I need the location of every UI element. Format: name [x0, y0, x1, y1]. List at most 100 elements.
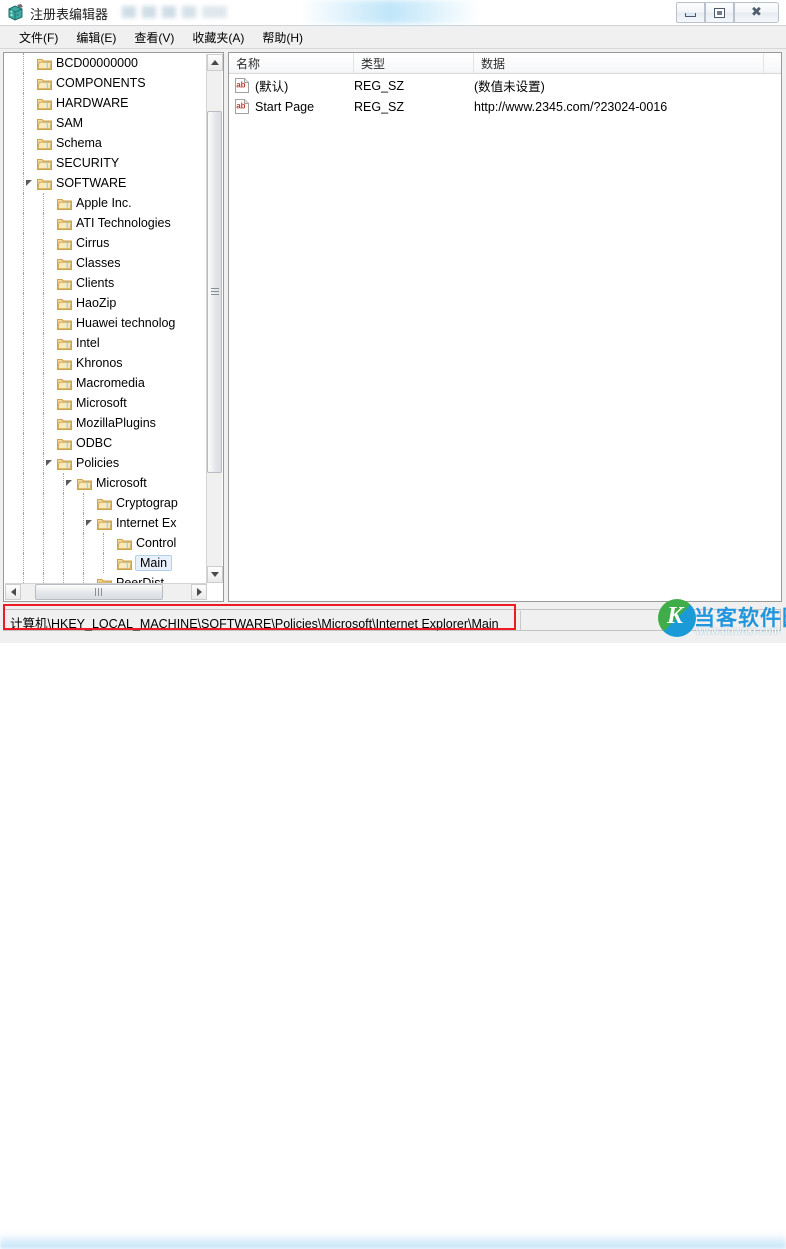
registry-tree[interactable]: BCD00000000 COMPONENTS HARDWARE SAM Schema SE… — [4, 53, 207, 583]
tree-node-ati-technologies[interactable]: ATI Technologies — [4, 213, 207, 233]
folder-icon — [57, 277, 72, 290]
tree-expand-arrow-icon[interactable] — [44, 273, 57, 293]
tree-node-peerdist[interactable]: PeerDist — [4, 573, 207, 583]
tree-expand-arrow-icon[interactable] — [84, 493, 97, 513]
tree-expand-arrow-icon[interactable] — [44, 433, 57, 453]
tree-node-sam[interactable]: SAM — [4, 113, 207, 133]
tree-collapse-arrow-icon[interactable] — [44, 453, 57, 473]
tree-node-components[interactable]: COMPONENTS — [4, 73, 207, 93]
tree-expand-arrow-icon[interactable] — [44, 253, 57, 273]
tree-no-arrow — [84, 573, 97, 583]
tree-node-intel[interactable]: Intel — [4, 333, 207, 353]
tree-expand-arrow-icon[interactable] — [44, 313, 57, 333]
minimize-button[interactable] — [676, 2, 705, 23]
chevron-right-icon — [196, 588, 202, 596]
content-area: BCD00000000 COMPONENTS HARDWARE SAM Schema SE… — [0, 50, 786, 606]
folder-icon — [57, 317, 72, 330]
tree-node-security[interactable]: SECURITY — [4, 153, 207, 173]
tree-horizontal-scroll-thumb[interactable] — [35, 584, 163, 600]
tree-node-label: Khronos — [76, 356, 123, 370]
tree-node-macromedia[interactable]: Macromedia — [4, 373, 207, 393]
tree-node-classes[interactable]: Classes — [4, 253, 207, 273]
tree-no-arrow — [44, 293, 57, 313]
menu-item-file[interactable]: 文件(F) — [10, 27, 67, 48]
menu-item-favorites[interactable]: 收藏夹(A) — [183, 27, 253, 48]
value-type: REG_SZ — [354, 78, 405, 93]
maximize-button[interactable] — [705, 2, 734, 23]
tree-node-control[interactable]: Control — [4, 533, 207, 553]
menu-item-view[interactable]: 查看(V) — [125, 27, 183, 48]
tree-node-label: Huawei technolog — [76, 316, 176, 330]
tree-scroll-up-button[interactable] — [207, 54, 223, 71]
tree-guide-line — [43, 513, 45, 533]
tree-node-microsoft[interactable]: Microsoft — [4, 393, 207, 413]
tree-node-microsoft[interactable]: Microsoft — [4, 473, 207, 493]
tree-vertical-scrollbar[interactable] — [206, 54, 223, 583]
column-header-name[interactable]: 名称 — [229, 53, 354, 73]
tree-node-label: Main — [135, 555, 173, 571]
close-button[interactable]: ✖ — [734, 2, 779, 23]
tree-expand-arrow-icon[interactable] — [44, 233, 57, 253]
tree-node-bcd00000000[interactable]: BCD00000000 — [4, 53, 207, 73]
column-header-type[interactable]: 类型 — [354, 53, 474, 73]
tree-node-internet-ex[interactable]: Internet Ex — [4, 513, 207, 533]
site-watermark: K 当客软件园 www.downkr.com — [658, 597, 786, 641]
tree-node-software[interactable]: SOFTWARE — [4, 173, 207, 193]
tree-collapse-arrow-icon[interactable] — [84, 513, 97, 533]
tree-node-huawei-technolog[interactable]: Huawei technolog — [4, 313, 207, 333]
tree-expand-arrow-icon[interactable] — [24, 113, 37, 133]
value-row[interactable]: ab Start Page REG_SZ http://www.2345.com/?2… — [229, 96, 781, 117]
tree-node-label: BCD00000000 — [56, 56, 139, 70]
tree-collapse-arrow-icon[interactable] — [64, 473, 77, 493]
folder-icon — [57, 437, 72, 450]
tree-node-apple-inc[interactable]: Apple Inc. — [4, 193, 207, 213]
registry-tree-panel[interactable]: BCD00000000 COMPONENTS HARDWARE SAM Schema SE… — [3, 52, 224, 602]
tree-node-mozillaplugins[interactable]: MozillaPlugins — [4, 413, 207, 433]
tree-scroll-down-button[interactable] — [207, 566, 223, 583]
tree-expand-arrow-icon[interactable] — [24, 73, 37, 93]
tree-collapse-arrow-icon[interactable] — [24, 173, 37, 193]
tree-guide-line — [23, 293, 25, 313]
menu-item-help[interactable]: 帮助(H) — [253, 27, 312, 48]
tree-expand-arrow-icon[interactable] — [44, 193, 57, 213]
tree-node-main[interactable]: Main — [4, 553, 207, 573]
scroll-grip-icon — [211, 288, 219, 297]
tree-node-policies[interactable]: Policies — [4, 453, 207, 473]
tree-guide-line — [43, 573, 45, 583]
tree-expand-arrow-icon[interactable] — [44, 333, 57, 353]
tree-guide-line — [23, 393, 25, 413]
tree-node-label: Classes — [76, 256, 121, 270]
menu-item-edit[interactable]: 编辑(E) — [67, 27, 125, 48]
tree-scroll-left-button[interactable] — [5, 584, 21, 600]
registry-values-panel[interactable]: 名称 类型 数据 ab (默认) REG_SZ (数值未设置) ab Start Page… — [228, 52, 782, 602]
tree-expand-arrow-icon[interactable] — [24, 53, 37, 73]
tree-node-cirrus[interactable]: Cirrus — [4, 233, 207, 253]
tree-guide-line — [23, 453, 25, 473]
tree-guide-line — [63, 513, 65, 533]
tree-guide-line — [23, 253, 25, 273]
value-row[interactable]: ab (默认) REG_SZ (数值未设置) — [229, 75, 781, 96]
tree-horizontal-scrollbar[interactable] — [5, 583, 207, 600]
tree-expand-arrow-icon[interactable] — [44, 413, 57, 433]
tree-vertical-scroll-thumb[interactable] — [207, 111, 222, 473]
tree-expand-arrow-icon[interactable] — [24, 93, 37, 113]
tree-node-khronos[interactable]: Khronos — [4, 353, 207, 373]
folder-icon — [37, 97, 52, 110]
column-header-data[interactable]: 数据 — [474, 53, 764, 73]
tree-node-hardware[interactable]: HARDWARE — [4, 93, 207, 113]
tree-expand-arrow-icon[interactable] — [44, 353, 57, 373]
tree-node-clients[interactable]: Clients — [4, 273, 207, 293]
maximize-icon — [714, 7, 725, 18]
tree-scroll-right-button[interactable] — [191, 584, 207, 600]
tree-node-cryptograp[interactable]: Cryptograp — [4, 493, 207, 513]
tree-node-label: Microsoft — [96, 476, 147, 490]
tree-node-odbc[interactable]: ODBC — [4, 433, 207, 453]
tree-expand-arrow-icon[interactable] — [44, 393, 57, 413]
tree-expand-arrow-icon[interactable] — [24, 133, 37, 153]
tree-guide-line — [23, 413, 25, 433]
tree-expand-arrow-icon[interactable] — [44, 373, 57, 393]
folder-icon — [37, 57, 52, 70]
tree-expand-arrow-icon[interactable] — [44, 213, 57, 233]
tree-node-haozip[interactable]: HaoZip — [4, 293, 207, 313]
tree-node-schema[interactable]: Schema — [4, 133, 207, 153]
